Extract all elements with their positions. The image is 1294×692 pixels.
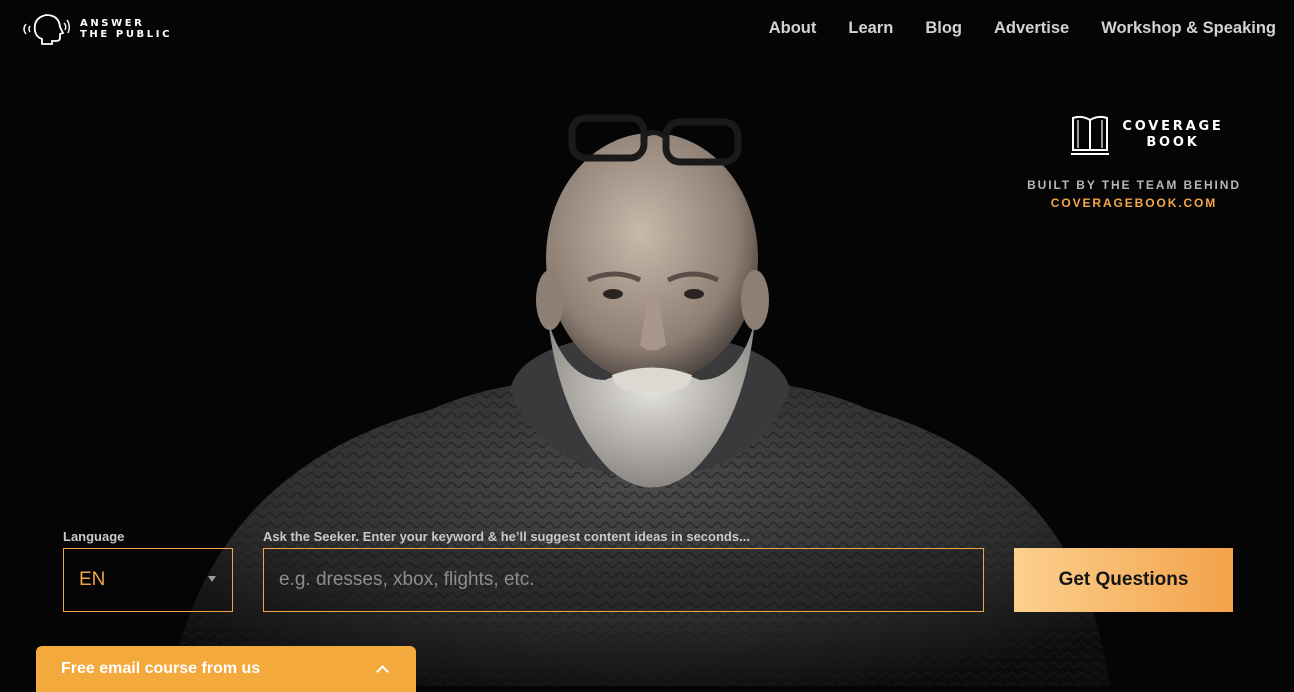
keyword-input[interactable] <box>263 548 984 612</box>
top-nav: About Learn Blog Advertise Workshop & Sp… <box>769 19 1276 38</box>
keyword-label: Ask the Seeker. Enter your keyword & he’… <box>263 529 750 544</box>
coverage-book-promo: COVERAGE BOOK BUILT BY THE TEAM BEHIND C… <box>1024 114 1244 210</box>
chevron-up-icon <box>376 665 389 678</box>
nav-about[interactable]: About <box>769 19 817 38</box>
nav-blog[interactable]: Blog <box>925 19 962 38</box>
email-course-label: Free email course from us <box>61 660 261 677</box>
brand-line-1: ANSWER <box>80 18 145 29</box>
coverage-book-line-2: BOOK <box>1146 135 1200 150</box>
nav-learn[interactable]: Learn <box>848 19 893 38</box>
brand-line-2: THE PUBLIC <box>80 29 173 40</box>
email-course-bar[interactable]: Free email course from us <box>36 646 416 692</box>
built-by-text: BUILT BY THE TEAM BEHIND <box>1027 178 1241 192</box>
language-select[interactable]: EN <box>63 548 233 612</box>
coverage-book-logo[interactable]: COVERAGE BOOK <box>1050 114 1244 156</box>
dropdown-arrow-icon <box>208 576 216 582</box>
brand-name: ANSWER THE PUBLIC <box>80 18 172 40</box>
answer-the-public-logo[interactable]: ANSWER THE PUBLIC <box>22 12 172 46</box>
nav-advertise[interactable]: Advertise <box>994 19 1069 38</box>
get-questions-button[interactable]: Get Questions <box>1014 548 1233 612</box>
coverage-book-line-1: COVERAGE <box>1122 119 1224 134</box>
speaking-head-icon <box>23 14 70 45</box>
coveragebook-link[interactable]: COVERAGEBOOK.COM <box>1024 196 1244 210</box>
language-value: EN <box>79 569 106 590</box>
coverage-book-name: COVERAGE BOOK <box>1122 119 1223 151</box>
language-label: Language <box>63 529 125 544</box>
open-book-icon <box>1071 115 1110 155</box>
nav-workshop-speaking[interactable]: Workshop & Speaking <box>1101 19 1276 38</box>
